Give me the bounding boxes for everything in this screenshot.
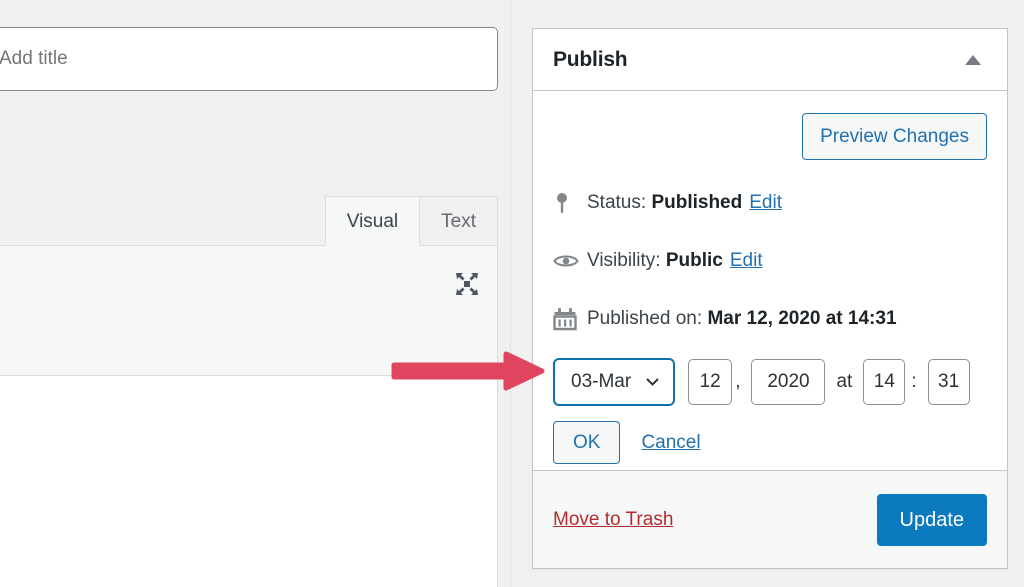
published-on-label-text: Published on: xyxy=(587,308,703,329)
publish-panel-title: Publish xyxy=(553,47,628,71)
timestamp-ok-button[interactable]: OK xyxy=(553,421,621,464)
post-title-input[interactable] xyxy=(0,27,498,91)
tab-visual-label: Visual xyxy=(346,210,399,232)
edit-visibility-link[interactable]: Edit xyxy=(730,250,763,271)
editor-mode-tabs: Visual Text xyxy=(324,196,498,247)
post-status-row: Status: Published Edit xyxy=(553,186,987,220)
update-button[interactable]: Update xyxy=(876,493,987,546)
tab-text-label: Text xyxy=(441,210,476,232)
panel-collapse-toggle[interactable] xyxy=(953,29,993,90)
column-divider xyxy=(510,0,511,587)
minute-input[interactable] xyxy=(927,359,970,405)
editor-content-canvas[interactable] xyxy=(0,376,498,587)
calendar-icon xyxy=(553,307,587,331)
tab-visual[interactable]: Visual xyxy=(324,196,421,247)
misc-publishing-actions: Status: Published Edit Visibility: Public… xyxy=(553,186,987,336)
visibility-eye-icon xyxy=(553,252,587,270)
caret-up-icon xyxy=(965,54,981,65)
major-publishing-actions: Move to Trash Update xyxy=(533,470,1007,568)
timestamp-editor: 03-Mar , at : OK Cancel xyxy=(553,358,987,464)
post-status-label: Status: Published Edit xyxy=(587,192,782,214)
visibility-label-text: Visibility: xyxy=(587,250,661,271)
publish-metabox-body: Preview Changes Status: Published Edit V… xyxy=(533,91,1007,484)
preview-changes-button[interactable]: Preview Changes xyxy=(802,113,987,160)
fullscreen-expand-icon xyxy=(454,271,480,297)
timestamp-fields-row: 03-Mar , at : xyxy=(553,358,987,406)
month-select-value: 03-Mar xyxy=(571,371,632,392)
day-input[interactable] xyxy=(688,359,733,405)
tab-text[interactable]: Text xyxy=(419,196,498,246)
editor-toolbar-area xyxy=(0,245,498,376)
date-comma-separator: , xyxy=(735,371,741,392)
edit-status-link[interactable]: Edit xyxy=(749,192,782,213)
hour-input[interactable] xyxy=(863,359,906,405)
visibility-row: Visibility: Public Edit xyxy=(553,244,987,278)
editor-column: Visual Text xyxy=(0,0,511,587)
published-on-value: Mar 12, 2020 at 14:31 xyxy=(707,308,897,329)
visibility-value: Public xyxy=(665,250,723,271)
at-label: at xyxy=(836,371,853,392)
published-on-row: Published on: Mar 12, 2020 at 14:31 xyxy=(553,302,987,336)
publish-metabox: Publish Preview Changes Status: Publishe… xyxy=(532,28,1008,569)
fullscreen-toggle-button[interactable] xyxy=(449,266,485,302)
wordpress-post-editor-screen: Visual Text xyxy=(0,0,1024,587)
year-input[interactable] xyxy=(751,359,826,405)
visibility-label: Visibility: Public Edit xyxy=(587,250,763,272)
post-status-pin-icon xyxy=(553,192,587,214)
published-on-label: Published on: Mar 12, 2020 at 14:31 xyxy=(587,308,897,330)
post-status-label-text: Status: xyxy=(587,192,647,213)
minor-publishing-actions: Preview Changes xyxy=(553,113,987,160)
month-select[interactable]: 03-Mar xyxy=(553,358,676,406)
timestamp-actions: OK Cancel xyxy=(553,421,987,464)
content-editor: Visual Text xyxy=(0,196,498,376)
move-to-trash-link[interactable]: Move to Trash xyxy=(553,509,673,531)
publish-metabox-header: Publish xyxy=(533,29,1007,91)
timestamp-cancel-link[interactable]: Cancel xyxy=(641,432,700,454)
chevron-down-icon xyxy=(646,378,659,386)
time-colon-separator: : xyxy=(911,371,917,392)
post-status-value: Published xyxy=(651,192,743,213)
